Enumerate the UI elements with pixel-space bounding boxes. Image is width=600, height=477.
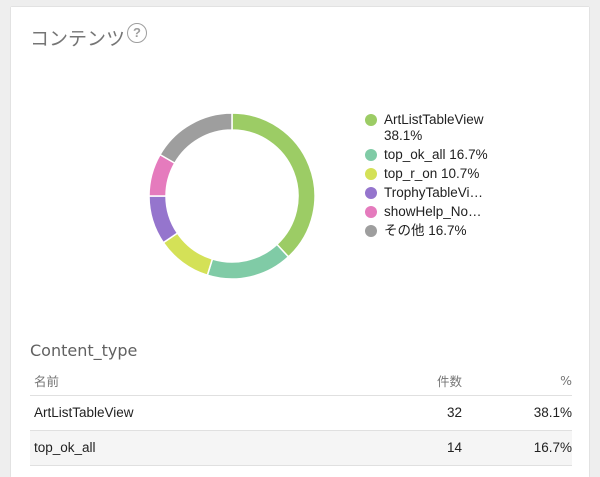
legend-dot (365, 114, 377, 126)
table-header-row: 名前 件数 % (30, 367, 572, 396)
donut-slice-5[interactable] (159, 112, 233, 165)
donut-slice-0[interactable] (231, 112, 316, 258)
legend-dot (365, 187, 377, 199)
header-pct[interactable]: % (462, 367, 572, 396)
legend-item[interactable]: showHelp_No… (365, 204, 505, 220)
table-title: Content_type (30, 341, 138, 360)
cell-count: 32 (372, 395, 462, 431)
legend-label: その他 16.7% (384, 223, 467, 238)
legend-item[interactable]: top_ok_all 16.7% (365, 147, 505, 163)
legend-item[interactable]: ArtListTableView 38.1% (365, 112, 505, 144)
legend-label: top_r_on 10.7% (384, 166, 480, 181)
legend-dot (365, 206, 377, 218)
legend-item[interactable]: TrophyTableVi… (365, 185, 505, 201)
legend-item[interactable]: その他 16.7% (365, 223, 505, 239)
cell-pct: 38.1% (462, 395, 572, 431)
donut-slice-3[interactable] (148, 195, 179, 244)
legend-label: TrophyTableVi… (384, 185, 484, 200)
cell-count: 14 (372, 430, 462, 466)
header-name[interactable]: 名前 (30, 367, 372, 396)
legend-label: ArtListTableView 38.1% (384, 112, 484, 143)
legend-label: top_ok_all 16.7% (384, 147, 488, 162)
legend-dot (365, 149, 377, 161)
chart-legend: ArtListTableView 38.1% top_ok_all 16.7% … (365, 112, 565, 242)
header-count[interactable]: 件数 (372, 367, 462, 396)
legend-label: showHelp_No… (384, 204, 482, 219)
legend-item[interactable]: top_r_on 10.7% (365, 166, 505, 182)
table-row[interactable]: top_ok_all 14 16.7% (30, 430, 572, 466)
cell-pct: 16.7% (462, 430, 572, 466)
cell-name: ArtListTableView (30, 395, 372, 431)
donut-slice-2[interactable] (162, 232, 214, 277)
legend-dot (365, 225, 377, 237)
help-icon[interactable]: ? (127, 23, 147, 43)
cell-name: top_ok_all (30, 430, 372, 466)
donut-chart (148, 112, 316, 280)
legend-dot (365, 168, 377, 180)
card-title: コンテンツ (30, 28, 126, 50)
table-row[interactable]: ArtListTableView 32 38.1% (30, 395, 572, 431)
donut-slice-1[interactable] (206, 243, 290, 280)
content-type-table: 名前 件数 % ArtListTableView 32 38.1% top_ok… (30, 367, 572, 466)
content-card: コンテンツ ? ArtListTableView 38.1% top_ok_al… (11, 7, 589, 477)
